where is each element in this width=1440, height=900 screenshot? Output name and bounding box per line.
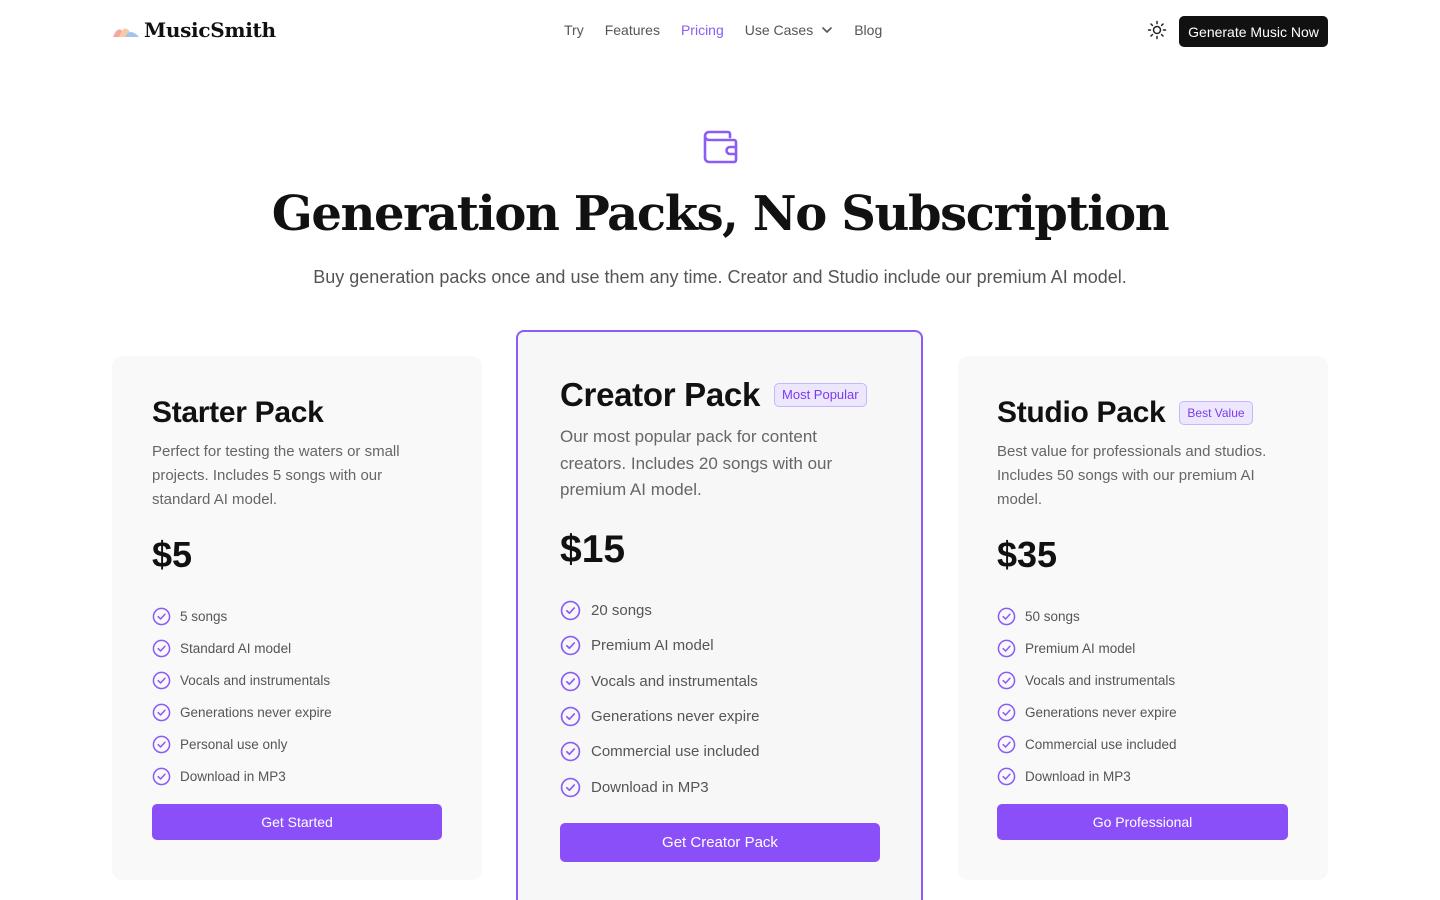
plan-description: Best value for professionals and studios… [997, 443, 1267, 508]
feature-label: Standard AI model [180, 640, 292, 656]
feature-item: Personal use only [152, 728, 332, 760]
sun-icon [1147, 20, 1167, 45]
check-circle-icon [997, 767, 1016, 786]
feature-label: Generations never expire [180, 704, 332, 720]
feature-item: 50 songs [997, 600, 1177, 632]
feature-label: Premium AI model [1025, 640, 1136, 656]
nav-label: Try [564, 22, 584, 38]
feature-item: 5 songs [152, 600, 332, 632]
nav-item-pricing[interactable]: Pricing [681, 22, 724, 38]
check-circle-icon [997, 671, 1016, 690]
check-circle-icon [560, 741, 581, 762]
plan-description: Our most popular pack for content creato… [560, 427, 833, 499]
feature-item: 20 songs [560, 593, 759, 628]
feature-label: Vocals and instrumentals [180, 672, 331, 688]
feature-item: Download in MP3 [997, 760, 1177, 792]
feature-item: Premium AI model [560, 628, 759, 663]
feature-item: Commercial use included [997, 728, 1177, 760]
nav-label: Features [604, 22, 660, 38]
feature-list: 50 songs Premium AI model Vocals and ins… [997, 600, 1177, 792]
chevron-down-icon [821, 24, 833, 36]
check-circle-icon [152, 703, 171, 722]
feature-label: Download in MP3 [591, 778, 709, 796]
go-professional-button[interactable]: Go Professional [997, 804, 1288, 840]
feature-label: Generations never expire [591, 708, 760, 726]
page-subtitle: Buy generation packs once and use them a… [313, 267, 1127, 287]
check-circle-icon [997, 639, 1016, 658]
check-circle-icon [560, 777, 581, 798]
get-started-button[interactable]: Get Started [152, 804, 442, 840]
feature-label: 20 songs [591, 602, 652, 620]
feature-label: 5 songs [180, 608, 228, 624]
feature-label: Premium AI model [591, 637, 714, 655]
theme-toggle-button[interactable] [1146, 20, 1168, 45]
feature-item: Standard AI model [152, 632, 332, 664]
feature-label: Commercial use included [1025, 736, 1177, 752]
get-creator-pack-button[interactable]: Get Creator Pack [560, 823, 880, 862]
check-circle-icon [152, 607, 171, 626]
plan-price: $15 [560, 528, 626, 571]
nav-item-try[interactable]: Try [564, 22, 584, 38]
feature-item: Download in MP3 [152, 760, 332, 792]
generate-music-button[interactable]: Generate Music Now [1179, 16, 1328, 47]
nav-item-blog[interactable]: Blog [854, 22, 882, 38]
check-circle-icon [560, 635, 581, 656]
check-circle-icon [152, 639, 171, 658]
feature-item: Vocals and instrumentals [560, 664, 759, 699]
pricing-card-studio: Studio Pack Best Value Best value for pr… [958, 356, 1328, 880]
check-circle-icon [152, 735, 171, 754]
check-circle-icon [560, 706, 581, 727]
feature-label: Download in MP3 [1025, 768, 1131, 784]
feature-item: Download in MP3 [560, 769, 759, 804]
nav-label: Pricing [680, 22, 724, 38]
logo-mark-icon [112, 23, 140, 37]
feature-label: Generations never expire [1025, 704, 1177, 720]
feature-list: 20 songs Premium AI model Vocals and ins… [560, 593, 759, 805]
card-title-row: Starter Pack [152, 396, 324, 430]
plan-name: Studio Pack [997, 396, 1166, 429]
feature-list: 5 songs Standard AI model Vocals and ins… [152, 600, 332, 792]
check-circle-icon [152, 767, 171, 786]
logo[interactable]: MusicSmith [112, 18, 276, 42]
feature-item: Generations never expire [560, 699, 759, 734]
feature-label: Commercial use included [591, 743, 760, 761]
main-nav: Try Features Pricing Use Cases Blog [564, 22, 903, 38]
card-title-row: Studio Pack Best Value [997, 396, 1253, 430]
plan-name: Creator Pack [560, 376, 761, 413]
check-circle-icon [997, 607, 1016, 626]
site-header: MusicSmith Try Features Pricing Use Case… [0, 0, 1440, 64]
pricing-card-starter: Starter Pack Perfect for testing the wat… [112, 356, 482, 880]
plan-description: Perfect for testing the waters or small … [152, 443, 400, 508]
check-circle-icon [997, 735, 1016, 754]
feature-label: Vocals and instrumentals [591, 672, 758, 690]
check-circle-icon [560, 671, 581, 692]
feature-item: Vocals and instrumentals [152, 664, 332, 696]
feature-item: Commercial use included [560, 734, 759, 769]
feature-item: Premium AI model [997, 632, 1177, 664]
feature-item: Vocals and instrumentals [997, 664, 1177, 696]
wallet-icon [702, 130, 740, 166]
feature-item: Generations never expire [997, 696, 1177, 728]
check-circle-icon [560, 600, 581, 621]
best-value-badge: Best Value [1179, 401, 1253, 425]
card-title-row: Creator Pack Most Popular [560, 376, 867, 414]
nav-label: Use Cases [744, 22, 814, 38]
most-popular-badge: Most Popular [774, 383, 867, 407]
feature-item: Generations never expire [152, 696, 332, 728]
page-title: Generation Packs, No Subscription [271, 186, 1170, 242]
feature-label: 50 songs [1025, 608, 1080, 624]
check-circle-icon [152, 671, 171, 690]
pricing-card-creator: Creator Pack Most Popular Our most popul… [516, 330, 923, 900]
nav-item-features[interactable]: Features [605, 22, 660, 38]
nav-item-use-cases[interactable]: Use Cases [745, 22, 833, 38]
plan-name: Starter Pack [152, 396, 324, 429]
plan-price: $5 [152, 534, 193, 575]
feature-label: Vocals and instrumentals [1025, 672, 1176, 688]
logo-text: MusicSmith [144, 18, 276, 42]
feature-label: Download in MP3 [180, 768, 286, 784]
check-circle-icon [997, 703, 1016, 722]
plan-price: $35 [997, 534, 1058, 575]
feature-label: Personal use only [180, 736, 288, 752]
nav-label: Blog [854, 22, 883, 38]
